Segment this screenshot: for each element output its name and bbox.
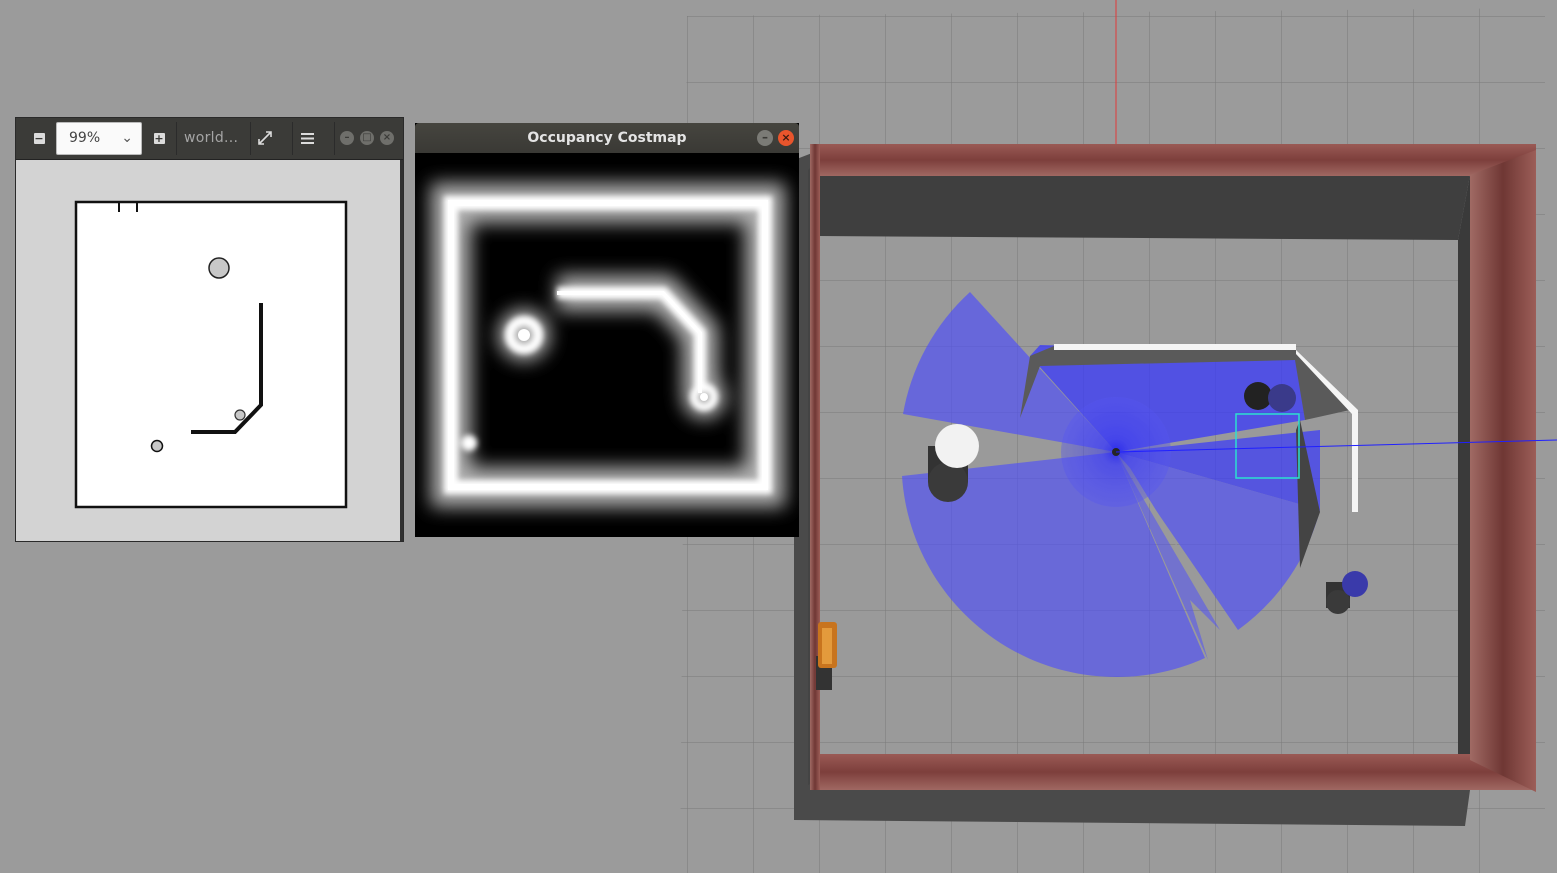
menu-icon	[300, 132, 314, 144]
wall-top	[814, 144, 1536, 176]
maximize-button[interactable]: □	[360, 131, 374, 145]
wall-left	[810, 144, 820, 790]
costmap-titlebar[interactable]: Occupancy Costmap – ×	[415, 123, 799, 153]
wall-inner-right	[1458, 175, 1470, 760]
close-button[interactable]: ×	[380, 131, 394, 145]
zoom-in-icon: +	[153, 131, 165, 145]
costmap-canvas	[415, 153, 799, 537]
fullscreen-button[interactable]	[250, 124, 280, 152]
costmap-close-button[interactable]: ×	[778, 130, 794, 146]
costmap-title: Occupancy Costmap	[527, 130, 687, 146]
zoom-out-button[interactable]: −	[24, 124, 54, 152]
viewer-toolbar: − 99% ⌄ + world... – □ ×	[16, 118, 403, 160]
costmap-minimize-button[interactable]: –	[757, 130, 773, 146]
viewer-title: world...	[184, 130, 239, 146]
wall-right	[1470, 150, 1536, 792]
zoom-select[interactable]: 99% ⌄	[56, 122, 142, 155]
viewer-right-border	[400, 160, 403, 541]
minimize-button[interactable]: –	[340, 131, 354, 145]
costmap-image	[431, 183, 785, 507]
toolbar-separator	[334, 122, 335, 155]
zoom-out-icon: −	[33, 131, 45, 145]
chevron-down-icon: ⌄	[121, 130, 133, 146]
menu-button[interactable]	[292, 124, 322, 152]
zoom-value: 99%	[69, 130, 101, 146]
fullscreen-icon	[258, 131, 272, 145]
wall-bottom	[810, 754, 1532, 790]
wall-inner-top	[818, 175, 1470, 240]
occupancy-map-image	[74, 200, 348, 509]
image-viewer-window[interactable]: − 99% ⌄ + world... – □ ×	[15, 117, 404, 542]
map-image	[19, 160, 400, 540]
toolbar-separator	[176, 122, 177, 155]
costmap-window[interactable]: Occupancy Costmap – ×	[415, 123, 799, 537]
zoom-in-button[interactable]: +	[144, 124, 174, 152]
